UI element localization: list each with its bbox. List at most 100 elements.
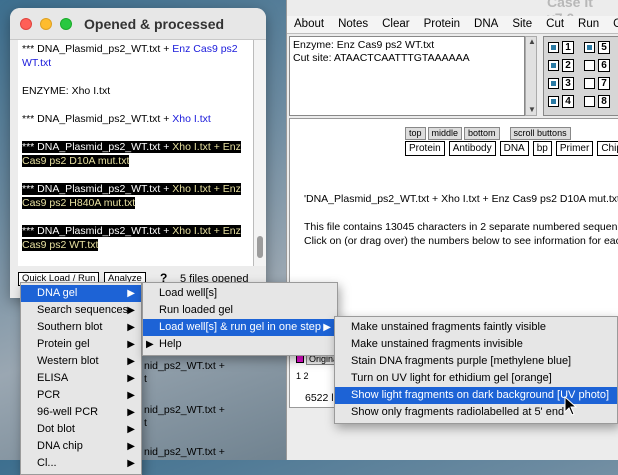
menu-item[interactable]: Load well[s] & run gel in one step ▶	[143, 319, 337, 336]
close-window-button[interactable]	[20, 18, 32, 30]
lane-toggle[interactable]: 8	[582, 94, 614, 110]
title-bar[interactable]: Opened & processed	[10, 8, 266, 40]
menu-item[interactable]: DNA chip ▶	[21, 438, 141, 455]
primer-button[interactable]: Primer	[555, 141, 594, 156]
menu-item-label: Help	[159, 338, 182, 350]
processed-file-entry[interactable]: *** DNA_Plasmid_ps2_WT.txt + Xho I.txt	[18, 110, 253, 126]
menu-item-label: Western blot	[37, 355, 99, 367]
submenu-arrow-icon: ▶	[146, 339, 154, 350]
lane-checkbox[interactable]	[584, 42, 595, 53]
menu-item[interactable]: DNA gel ▶	[21, 285, 141, 302]
menu-item[interactable]: 96-well PCR ▶	[21, 404, 141, 421]
vertical-scrollbar[interactable]	[254, 40, 266, 266]
dna-gel-submenu: Load well[s] Run loaded gel Load well[s] &…	[142, 282, 338, 356]
menu-item[interactable]: Turn on UV light for ethidium gel [orang…	[335, 370, 617, 387]
lane-toggle[interactable]: 5	[582, 40, 614, 56]
menu-item[interactable]: ELISA ▶	[21, 370, 141, 387]
menu-item-label: Search sequences	[37, 304, 129, 316]
mouse-cursor-icon	[564, 396, 578, 416]
minimize-window-button[interactable]	[40, 18, 52, 30]
enzyme-info-box: Enzyme: Enz Cas9 ps2 WT.txt Cut site: AT…	[289, 36, 525, 116]
menu-dna[interactable]: DNA	[467, 16, 505, 33]
menu-item[interactable]: Search sequences ▶	[21, 302, 141, 319]
submenu-arrow-icon: ▶	[127, 407, 135, 418]
lane-checkbox[interactable]	[548, 96, 559, 107]
submenu-arrow-icon: ▶	[127, 322, 135, 333]
tab-top[interactable]: top	[405, 127, 426, 140]
lane-checkbox[interactable]	[584, 78, 595, 89]
lane-toggle[interactable]: 2	[546, 58, 578, 74]
dna-button[interactable]: DNA	[499, 141, 529, 156]
scroll-up-icon[interactable]: ▲	[528, 37, 536, 46]
menu-protein[interactable]: Protein	[417, 16, 467, 33]
submenu-arrow-icon: ▶	[323, 322, 331, 333]
menu-item-label: Dot blot	[37, 423, 75, 435]
scroll-buttons-tab[interactable]: scroll buttons	[509, 127, 571, 140]
menu-item[interactable]: Run loaded gel	[143, 302, 337, 319]
processed-file-entry[interactable]: *** DNA_Plasmid_ps2_WT.txt + Xho I.txt +…	[18, 138, 253, 168]
lane-checkbox[interactable]	[584, 96, 595, 107]
zoom-window-button[interactable]	[60, 18, 72, 30]
lane-toggle[interactable]: 7	[582, 76, 614, 92]
position-tabs: top middle bottom scroll buttons	[405, 127, 571, 140]
tab-gap	[502, 127, 508, 140]
submenu-arrow-icon: ▶	[127, 390, 135, 401]
peek-text-1: nid_ps2_WT.txt + t	[144, 360, 225, 385]
scroll-down-icon[interactable]: ▼	[528, 105, 536, 114]
menu-item[interactable]: Dot blot ▶	[21, 421, 141, 438]
lane-checkbox[interactable]	[548, 42, 559, 53]
lane-toggle[interactable]: 3	[546, 76, 578, 92]
chip-button[interactable]: Chip	[597, 141, 618, 156]
menu-run[interactable]: Run	[571, 16, 606, 33]
lane-checkbox[interactable]	[548, 78, 559, 89]
cutsite-line: Cut site: ATAACTCAATTTGTAAAAAA	[293, 52, 470, 64]
processed-files-list[interactable]: *** DNA_Plasmid_ps2_WT.txt + Enz Cas9 ps…	[18, 40, 254, 266]
menu-item[interactable]: Cl... ▶	[21, 455, 141, 472]
lane-checkbox[interactable]	[548, 60, 559, 71]
menu-item-label: PCR	[37, 389, 61, 401]
menu-item[interactable]: Make unstained fragments faintly visible	[335, 319, 617, 336]
menu-item[interactable]: PCR ▶	[21, 387, 141, 404]
tab-middle[interactable]: middle	[427, 127, 463, 140]
lane-checkbox[interactable]	[584, 60, 595, 71]
lane-toggle[interactable]: 4	[546, 94, 578, 110]
menu-item[interactable]: Load well[s]	[143, 285, 337, 302]
menu-gel[interactable]: Gel	[606, 16, 618, 33]
menu-item[interactable]: Western blot ▶	[21, 353, 141, 370]
antibody-button[interactable]: Antibody	[448, 141, 496, 156]
menu-item[interactable]: ▶ Help	[143, 336, 337, 353]
processed-file-entry[interactable]: *** DNA_Plasmid_ps2_WT.txt + Enz Cas9 ps…	[18, 40, 253, 70]
scrollbar-thumb[interactable]	[257, 236, 263, 258]
menu-item[interactable]: Southern blot ▶	[21, 319, 141, 336]
menu-item[interactable]: Stain DNA fragments purple [methylene bl…	[335, 353, 617, 370]
processed-file-entry[interactable]: ENZYME: Xho I.txt	[18, 82, 253, 98]
menu-item-label: Cl...	[37, 457, 57, 469]
menu-cut[interactable]: Cut	[539, 16, 571, 33]
protein-button[interactable]: Protein	[405, 141, 445, 156]
menu-item-label: Stain DNA fragments purple [methylene bl…	[351, 355, 572, 367]
menu-item[interactable]: Protein gel ▶	[21, 336, 141, 353]
processed-file-entry[interactable]: *** DNA_Plasmid_ps2_WT.txt + Xho I.txt +…	[18, 222, 253, 252]
menu-notes[interactable]: Notes	[331, 16, 375, 33]
opened-processed-window: Opened & processed *** DNA_Plasmid_ps2_W…	[10, 8, 266, 298]
lane-toggle[interactable]: 1	[546, 40, 578, 56]
lane-toggle[interactable]: 6	[582, 58, 614, 74]
submenu-arrow-icon: ▶	[127, 356, 135, 367]
menu-item-label: Protein gel	[37, 338, 90, 350]
info-line-2: Click on (or drag over) the numbers belo…	[304, 235, 618, 247]
menu-clear[interactable]: Clear	[375, 16, 416, 33]
processed-file-entry[interactable]: *** DNA_Plasmid_ps2_WT.txt + Xho I.txt +…	[18, 180, 253, 210]
menu-about[interactable]: About	[287, 16, 331, 33]
menu-item-label: 96-well PCR	[37, 406, 99, 418]
peek-text-3: nid_ps2_WT.txt +	[144, 446, 225, 458]
submenu-arrow-icon: ▶	[127, 339, 135, 350]
lane-number: 3	[562, 77, 574, 90]
tab-bottom[interactable]: bottom	[464, 127, 500, 140]
enzyme-scrollbar[interactable]: ▲ ▼	[525, 36, 537, 116]
lane-number: 4	[562, 95, 574, 108]
bp-button[interactable]: bp	[532, 141, 552, 156]
menu-item-label: Show only fragments radiolabelled at 5' …	[351, 406, 565, 418]
menu-site[interactable]: Site	[505, 16, 539, 33]
menu-item[interactable]: Make unstained fragments invisible	[335, 336, 617, 353]
fragment-numbers[interactable]: 1 2	[296, 371, 309, 381]
